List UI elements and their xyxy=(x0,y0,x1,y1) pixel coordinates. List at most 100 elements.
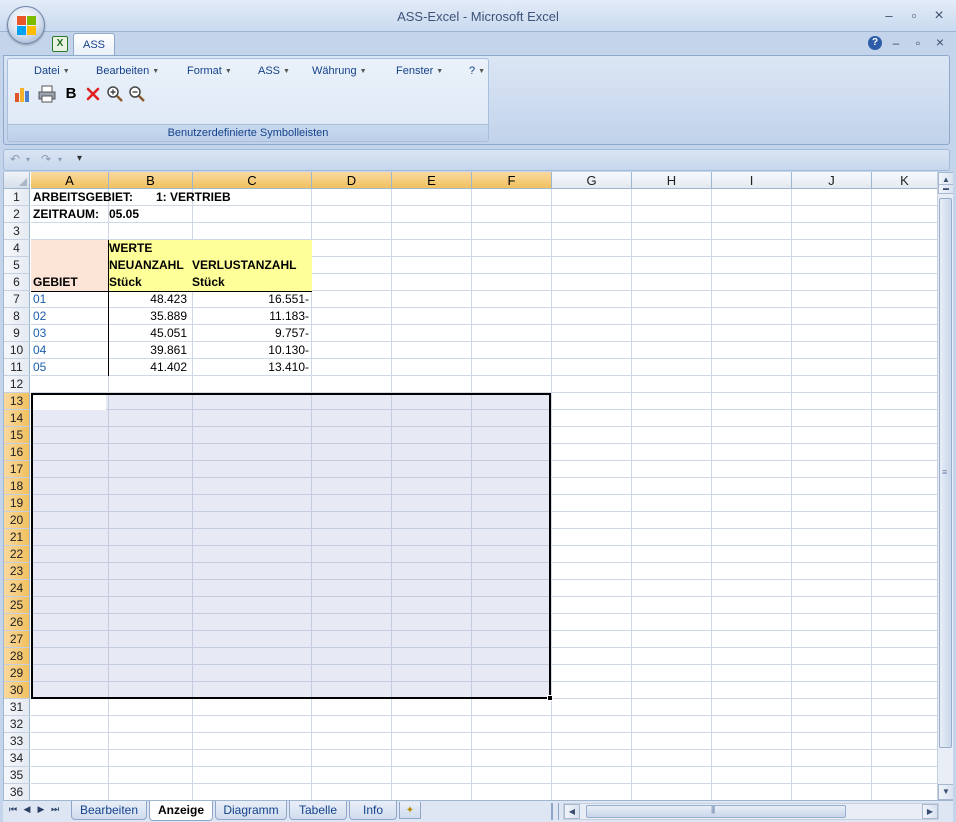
row-header-14[interactable]: 14 xyxy=(4,410,30,427)
row-header-20[interactable]: 20 xyxy=(4,512,30,529)
tab-split-handle[interactable] xyxy=(551,803,559,820)
vertical-scrollbar[interactable]: ▲ ▬ ▼ xyxy=(937,172,953,800)
selected-range[interactable] xyxy=(31,393,551,699)
row-header-25[interactable]: 25 xyxy=(4,597,30,614)
row-header-10[interactable]: 10 xyxy=(4,342,30,359)
column-header-h[interactable]: H xyxy=(632,172,712,189)
row-header-21[interactable]: 21 xyxy=(4,529,30,546)
menu-ass[interactable]: ASS ▼ xyxy=(258,65,290,77)
tab-ass[interactable]: ASS xyxy=(73,33,115,57)
neuanzahl-cell[interactable]: 48.423 xyxy=(109,291,189,308)
row-header-2[interactable]: 2 xyxy=(4,206,30,223)
column-header-f[interactable]: F xyxy=(472,172,552,189)
menu-format[interactable]: Format ▼ xyxy=(187,65,232,77)
verlustanzahl-cell[interactable]: 13.410- xyxy=(193,359,311,376)
menu-bearbeiten[interactable]: Bearbeiten ▼ xyxy=(96,65,159,77)
cell-b2[interactable]: 05.05 xyxy=(107,206,141,223)
row-header-32[interactable]: 32 xyxy=(4,716,30,733)
worksheet-grid[interactable]: ABCDEFGHIJK 1 2 3 4 5 6 7 8 9 10 11 12 13 14 15 16 17 18 1… xyxy=(3,172,953,800)
printer-icon[interactable] xyxy=(38,85,56,103)
row-header-34[interactable]: 34 xyxy=(4,750,30,767)
row-header-1[interactable]: 1 xyxy=(4,189,30,206)
office-button[interactable] xyxy=(7,6,45,44)
sheet-tab-tabelle[interactable]: Tabelle xyxy=(289,801,347,820)
row-header-27[interactable]: 27 xyxy=(4,631,30,648)
menu-waehrung[interactable]: Währung ▼ xyxy=(312,65,367,77)
verlustanzahl-cell[interactable]: 10.130- xyxy=(193,342,311,359)
next-sheet-icon[interactable]: ▶ xyxy=(35,804,47,815)
chart-icon[interactable] xyxy=(14,85,32,103)
vertical-scroll-thumb[interactable] xyxy=(939,198,952,748)
row-header-24[interactable]: 24 xyxy=(4,580,30,597)
horizontal-scroll-thumb[interactable] xyxy=(586,805,846,818)
horizontal-scrollbar[interactable]: ◀ ▶ xyxy=(563,803,939,820)
sheet-tab-info[interactable]: Info xyxy=(349,801,397,820)
cell-c5[interactable]: VERLUSTANZAHL xyxy=(190,257,298,274)
row-header-22[interactable]: 22 xyxy=(4,546,30,563)
gebiet-cell[interactable]: 02 xyxy=(31,308,109,325)
cell-a6[interactable]: GEBIET xyxy=(31,274,80,291)
row-header-15[interactable]: 15 xyxy=(4,427,30,444)
workbook-minimize-button[interactable]: – xyxy=(888,36,904,50)
gebiet-cell[interactable]: 01 xyxy=(31,291,109,308)
row-header-31[interactable]: 31 xyxy=(4,699,30,716)
row-header-28[interactable]: 28 xyxy=(4,648,30,665)
cell-a1[interactable]: ARBEITSGEBIET: xyxy=(31,189,135,206)
row-header-13[interactable]: 13 xyxy=(4,393,30,410)
menu-fenster[interactable]: Fenster ▼ xyxy=(396,65,443,77)
cell-b6[interactable]: Stück xyxy=(107,274,144,291)
menu-datei[interactable]: Datei ▼ xyxy=(34,65,70,77)
row-header-29[interactable]: 29 xyxy=(4,665,30,682)
delete-icon[interactable] xyxy=(84,85,102,103)
insert-sheet-icon[interactable]: ✦ xyxy=(399,802,421,819)
row-header-19[interactable]: 19 xyxy=(4,495,30,512)
verlustanzahl-cell[interactable]: 9.757- xyxy=(193,325,311,342)
row-header-7[interactable]: 7 xyxy=(4,291,30,308)
row-header-8[interactable]: 8 xyxy=(4,308,30,325)
column-header-a[interactable]: A xyxy=(31,172,109,189)
redo-icon[interactable]: ↷ xyxy=(41,152,51,166)
column-header-b[interactable]: B xyxy=(109,172,193,189)
menu-help[interactable]: ? ▼ xyxy=(469,65,485,77)
row-header-35[interactable]: 35 xyxy=(4,767,30,784)
cell-c6[interactable]: Stück xyxy=(190,274,227,291)
cell-b1[interactable]: 1: VERTRIEB xyxy=(154,189,233,206)
row-header-36[interactable]: 36 xyxy=(4,784,30,800)
verlustanzahl-cell[interactable]: 11.183- xyxy=(193,308,311,325)
cell-b4[interactable]: WERTE xyxy=(107,240,154,257)
first-sheet-icon[interactable]: ⏮ xyxy=(7,804,19,815)
column-header-k[interactable]: K xyxy=(872,172,938,189)
neuanzahl-cell[interactable]: 41.402 xyxy=(109,359,189,376)
row-header-11[interactable]: 11 xyxy=(4,359,30,376)
row-header-3[interactable]: 3 xyxy=(4,223,30,240)
scroll-down-icon[interactable]: ▼ xyxy=(938,784,953,800)
zoom-in-icon[interactable] xyxy=(106,85,124,103)
minimize-button[interactable]: – xyxy=(880,8,898,24)
row-header-16[interactable]: 16 xyxy=(4,444,30,461)
fill-handle[interactable] xyxy=(547,695,553,701)
bold-icon[interactable]: B xyxy=(62,85,80,103)
column-header-i[interactable]: I xyxy=(712,172,792,189)
row-header-5[interactable]: 5 xyxy=(4,257,30,274)
column-header-d[interactable]: D xyxy=(312,172,392,189)
row-header-30[interactable]: 30 xyxy=(4,682,30,699)
neuanzahl-cell[interactable]: 45.051 xyxy=(109,325,189,342)
gebiet-cell[interactable]: 03 xyxy=(31,325,109,342)
last-sheet-icon[interactable]: ⏭ xyxy=(49,804,61,815)
prev-sheet-icon[interactable]: ◀ xyxy=(21,804,33,815)
zoom-out-icon[interactable] xyxy=(128,85,146,103)
neuanzahl-cell[interactable]: 39.861 xyxy=(109,342,189,359)
row-header-9[interactable]: 9 xyxy=(4,325,30,342)
undo-dropdown-icon[interactable]: ▾ xyxy=(26,155,30,164)
split-box[interactable]: ▬ xyxy=(938,184,953,194)
active-cell[interactable] xyxy=(33,395,106,410)
sheet-tab-bearbeiten[interactable]: Bearbeiten xyxy=(71,801,147,820)
cell-b5[interactable]: NEUANZAHL xyxy=(107,257,186,274)
row-header-18[interactable]: 18 xyxy=(4,478,30,495)
scroll-right-icon[interactable]: ▶ xyxy=(922,804,938,819)
sheet-tab-anzeige[interactable]: Anzeige xyxy=(149,801,213,821)
row-header-17[interactable]: 17 xyxy=(4,461,30,478)
row-header-33[interactable]: 33 xyxy=(4,733,30,750)
neuanzahl-cell[interactable]: 35.889 xyxy=(109,308,189,325)
excel-workbook-icon[interactable]: X xyxy=(52,36,68,52)
